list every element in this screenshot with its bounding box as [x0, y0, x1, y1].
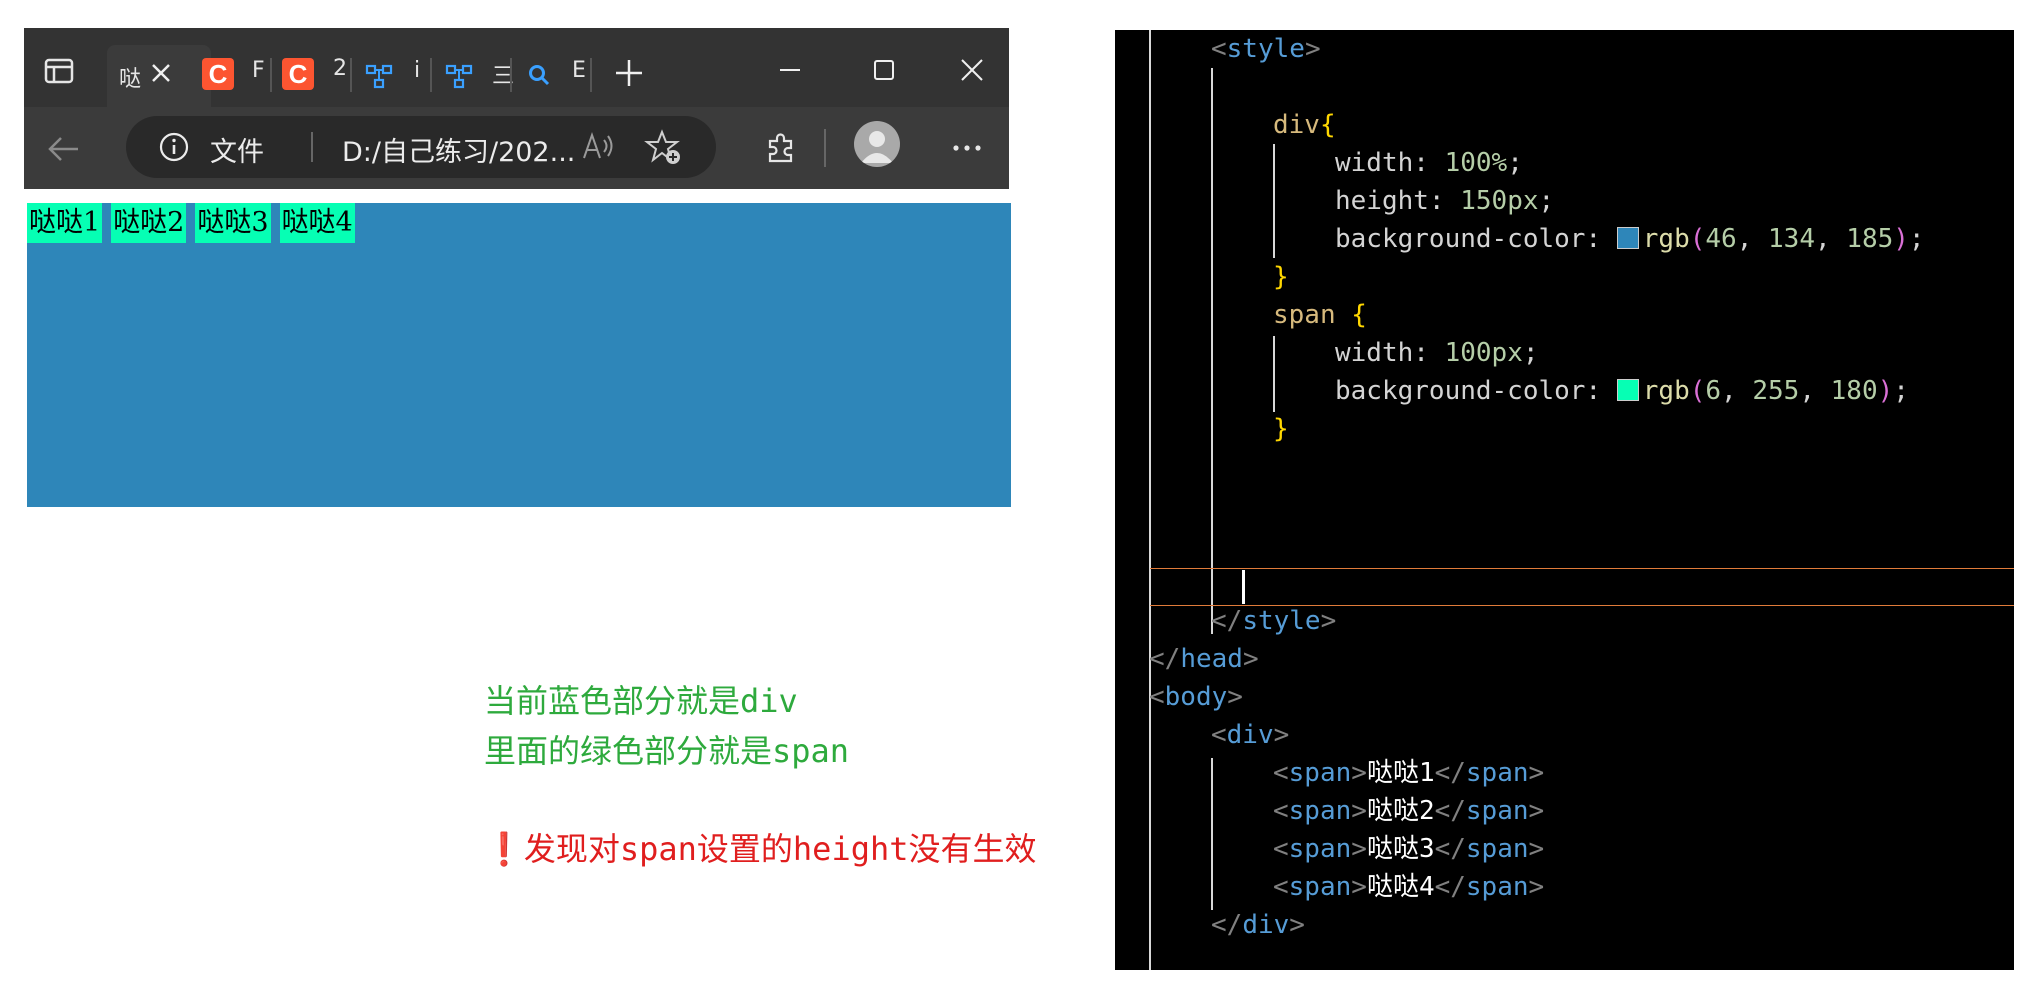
indent-guide	[1149, 30, 1151, 970]
tab-separator	[430, 58, 432, 92]
current-line-highlight	[1150, 568, 2014, 606]
color-swatch-blue[interactable]	[1616, 227, 1639, 249]
indent-guide	[1273, 336, 1275, 412]
annotation-line-2: 里面的绿色部分就是span	[484, 732, 850, 770]
blue-div-block	[27, 203, 1011, 507]
info-icon[interactable]	[158, 131, 190, 163]
code-editor[interactable]: <style> div{ width: 100%; height: 150px;…	[1115, 30, 2014, 970]
code-line: div{	[1273, 110, 1336, 140]
extensions-puzzle-icon[interactable]	[762, 129, 800, 167]
indent-guide	[1211, 68, 1213, 634]
browser-window: 哒 C F C 2 i 三 E 文件 D:/自己练习/202...	[24, 28, 1009, 189]
color-swatch-green[interactable]	[1616, 379, 1639, 401]
address-info-label: 文件	[210, 137, 264, 168]
maximize-icon[interactable]	[864, 50, 904, 90]
green-span: 哒哒3	[195, 203, 271, 243]
warning-icon: ❗	[484, 830, 524, 868]
code-line: span {	[1273, 300, 1367, 330]
code-line: }	[1273, 262, 1289, 292]
toolbar: 文件 D:/自己练习/202...	[24, 107, 1009, 189]
green-span: 哒哒2	[111, 203, 187, 243]
code-line: <span>哒哒3</span>	[1273, 834, 1545, 864]
mini-tab-label[interactable]: E	[572, 58, 586, 83]
new-tab-icon[interactable]	[612, 56, 646, 90]
text-caret	[1242, 570, 1245, 604]
mini-tab-label[interactable]: F	[252, 58, 265, 83]
code-line: height: 150px;	[1335, 186, 1555, 216]
indent-guide	[1211, 758, 1213, 910]
green-span: 哒哒4	[279, 203, 355, 243]
indent-guide	[1273, 144, 1275, 258]
code-line: <span>哒哒1</span>	[1273, 758, 1545, 788]
address-bar[interactable]: 文件 D:/自己练习/202...	[126, 116, 716, 178]
tab-separator	[350, 58, 352, 92]
more-options-icon[interactable]	[950, 135, 984, 161]
code-line: <span>哒哒4</span>	[1273, 872, 1545, 902]
code-line: </style>	[1211, 606, 1337, 636]
annotation-line-3: 发现对span设置的height没有生效	[523, 830, 1037, 868]
code-line: width: 100%;	[1335, 148, 1523, 178]
tab-separator	[510, 58, 512, 92]
profile-avatar[interactable]	[854, 121, 900, 167]
tab-bar: 哒 C F C 2 i 三 E	[24, 28, 1009, 107]
code-line: <div>	[1211, 720, 1290, 750]
csdn-icon[interactable]: C	[282, 58, 314, 90]
green-span: 哒哒1	[27, 203, 103, 243]
tab-separator	[270, 58, 272, 92]
network-icon[interactable]	[444, 58, 474, 92]
address-url[interactable]: D:/自己练习/202...	[342, 130, 575, 169]
code-line: background-color: rgb(46, 134, 185);	[1335, 224, 1925, 254]
back-arrow-icon[interactable]	[44, 129, 84, 169]
search-icon[interactable]	[524, 58, 554, 92]
tab-title: 哒	[119, 67, 142, 92]
mini-tab-label[interactable]: i	[414, 58, 420, 83]
annotation-line-1: 当前蓝色部分就是div	[484, 682, 798, 720]
code-line: <style>	[1211, 34, 1321, 64]
code-line: <span>哒哒2</span>	[1273, 796, 1545, 826]
network-icon[interactable]	[364, 58, 394, 92]
minimize-icon[interactable]	[770, 50, 810, 90]
profile-icon	[861, 131, 893, 163]
read-aloud-icon[interactable]	[581, 130, 617, 164]
toolbar-divider	[824, 129, 826, 167]
span-row: 哒哒1 哒哒2 哒哒3 哒哒4	[27, 203, 355, 243]
code-line: background-color: rgb(6, 255, 180);	[1335, 376, 1909, 406]
annotation-warning: ❗发现对span设置的height没有生效	[484, 824, 1037, 870]
address-divider	[311, 132, 313, 162]
code-line: }	[1273, 414, 1289, 444]
tab-actions-icon[interactable]	[42, 54, 76, 88]
code-line: </div>	[1211, 910, 1305, 940]
close-window-icon[interactable]	[952, 50, 992, 90]
code-line: </head>	[1149, 644, 1259, 674]
code-line: <body>	[1149, 682, 1243, 712]
tab-separator	[590, 58, 592, 92]
csdn-icon[interactable]: C	[202, 58, 234, 90]
close-tab-icon[interactable]	[144, 56, 178, 90]
mini-tab-label[interactable]: 2	[333, 56, 347, 81]
favorite-star-add-icon[interactable]	[644, 128, 684, 168]
code-line: width: 100px;	[1335, 338, 1539, 368]
